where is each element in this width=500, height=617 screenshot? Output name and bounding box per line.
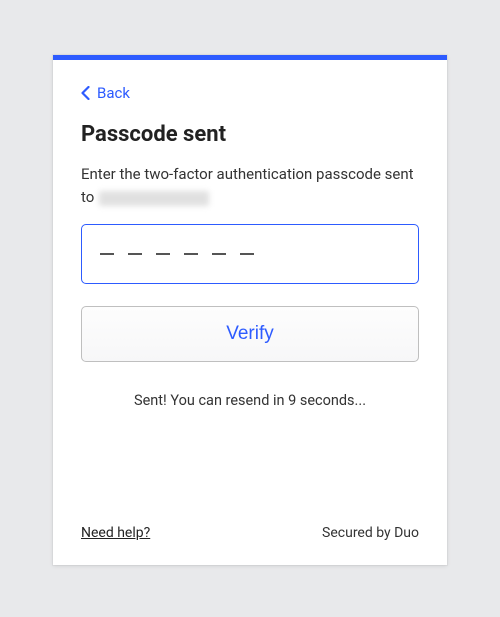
secured-by-label: Secured by Duo xyxy=(322,525,419,541)
back-link[interactable]: Back xyxy=(81,84,130,102)
chevron-left-icon xyxy=(81,86,90,100)
help-link[interactable]: Need help? xyxy=(81,525,150,541)
resend-status: Sent! You can resend in 9 seconds... xyxy=(81,392,419,409)
passcode-slot xyxy=(212,253,226,255)
card-footer: Need help? Secured by Duo xyxy=(81,525,419,541)
destination-redacted xyxy=(99,191,209,206)
passcode-slot xyxy=(184,253,198,255)
passcode-slot xyxy=(128,253,142,255)
passcode-slot xyxy=(240,253,254,255)
verify-button[interactable]: Verify xyxy=(81,306,419,362)
passcode-slot xyxy=(100,253,114,255)
passcode-slot xyxy=(156,253,170,255)
auth-card: Back Passcode sent Enter the two-factor … xyxy=(53,55,447,565)
back-label: Back xyxy=(97,84,130,102)
page-title: Passcode sent xyxy=(81,122,419,147)
passcode-input[interactable] xyxy=(81,224,419,284)
instruction-text: Enter the two-factor authentication pass… xyxy=(81,163,419,210)
